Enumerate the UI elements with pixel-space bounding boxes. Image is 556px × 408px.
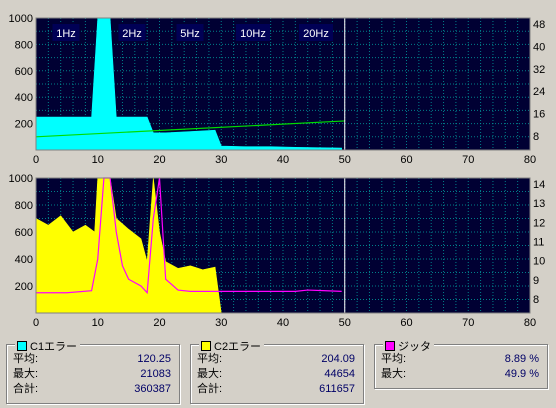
y-tick-label-right: 40 — [533, 41, 545, 53]
y-tick-label-right: 10 — [533, 256, 545, 268]
c2-total-label: 合計: — [197, 383, 223, 395]
c1-color-swatch — [17, 341, 27, 351]
c2-total-value: 611657 — [319, 383, 355, 395]
c2-avg-label: 平均: — [197, 353, 223, 365]
y-tick-label-left: 800 — [15, 200, 33, 212]
x-tick-label: 70 — [462, 154, 474, 166]
c2-color-swatch — [201, 341, 211, 351]
x-tick-label: 40 — [277, 317, 289, 329]
x-tick-label: 30 — [215, 317, 227, 329]
jitter-avg-value: 8.89 % — [504, 353, 539, 365]
c1-max-label: 最大: — [13, 368, 39, 380]
c2-max-value: 44654 — [324, 368, 355, 380]
x-tick-label: 20 — [153, 317, 165, 329]
jitter-avg-row: 平均: 8.89 % — [381, 352, 539, 366]
y-tick-label-right: 13 — [533, 198, 545, 210]
speed-label: 2Hz — [122, 28, 142, 40]
y-tick-label-left: 1000 — [9, 13, 33, 25]
jitter-max-value: 49.9 % — [504, 368, 539, 380]
x-tick-label: 50 — [339, 317, 351, 329]
charts-area: 1000800600400200484032241680 10 20 30 40 50 60… — [9, 13, 546, 329]
y-tick-label-right: 9 — [533, 275, 539, 287]
c1-avg-label: 平均: — [13, 353, 39, 365]
c1-error-panel: C1エラー 平均: 120.25 最大: 21083 合計: 360387 — [6, 338, 180, 404]
x-tick-label: 60 — [400, 154, 412, 166]
c2-max-label: 最大: — [197, 368, 223, 380]
jitter-max-label: 最大: — [381, 368, 407, 380]
c1-avg-row: 平均: 120.25 — [13, 352, 171, 366]
x-tick-label: 0 — [33, 154, 39, 166]
y-tick-label-right: 11 — [533, 237, 544, 249]
y-tick-label-right: 32 — [533, 64, 545, 76]
y-tick-label-left: 600 — [15, 66, 33, 78]
c1-total-value: 360387 — [134, 383, 171, 395]
x-tick-label: 30 — [215, 154, 227, 166]
c2-total-row: 合計: 611657 — [197, 382, 355, 396]
y-tick-label-left: 400 — [15, 254, 33, 266]
x-tick-label: 60 — [400, 317, 412, 329]
chart-panel-bottom: 10008006004002001413121110980 10 20 30 40 50 6… — [9, 173, 546, 329]
y-tick-label-left: 1000 — [9, 173, 33, 185]
c2-avg-row: 平均: 204.09 — [197, 352, 355, 366]
chart-panel-top: 1000800600400200484032241680 10 20 30 40 50 60… — [9, 13, 546, 166]
c2-error-panel: C2エラー 平均: 204.09 最大: 44654 合計: 611657 — [190, 338, 364, 404]
speed-label: 1Hz — [56, 28, 76, 40]
speed-label: 5Hz — [180, 28, 200, 40]
c1-total-label: 合計: — [13, 383, 39, 395]
x-tick-label: 50 — [339, 154, 351, 166]
jitter-color-swatch — [385, 341, 395, 351]
jitter-panel: ジッタ 平均: 8.89 % 最大: 49.9 % — [374, 338, 548, 389]
jitter-avg-label: 平均: — [381, 353, 407, 365]
y-tick-label-right: 14 — [533, 179, 545, 191]
y-tick-label-left: 800 — [15, 39, 33, 51]
x-tick-label: 70 — [462, 317, 474, 329]
y-tick-label-left: 200 — [15, 119, 33, 131]
y-tick-label-left: 400 — [15, 92, 33, 104]
c1-avg-value: 120.25 — [137, 353, 171, 365]
x-tick-label: 40 — [277, 154, 289, 166]
c1-max-row: 最大: 21083 — [13, 367, 171, 381]
y-tick-label-right: 12 — [533, 217, 545, 229]
x-tick-label: 10 — [92, 154, 104, 166]
y-tick-label-right: 48 — [533, 19, 545, 31]
speed-label: 10Hz — [240, 28, 266, 40]
c1-max-value: 21083 — [140, 368, 171, 380]
y-tick-label-left: 600 — [15, 227, 33, 239]
y-tick-label-right: 8 — [533, 294, 539, 306]
x-tick-label: 80 — [524, 154, 536, 166]
y-tick-label-right: 8 — [533, 131, 539, 143]
y-tick-label-right: 24 — [533, 86, 545, 98]
jitter-max-row: 最大: 49.9 % — [381, 367, 539, 381]
x-tick-label: 10 — [92, 317, 104, 329]
c2-max-row: 最大: 44654 — [197, 367, 355, 381]
c2-avg-value: 204.09 — [321, 353, 355, 365]
speed-label: 20Hz — [303, 28, 329, 40]
y-tick-label-left: 200 — [15, 281, 33, 293]
x-tick-label: 0 — [33, 317, 39, 329]
y-tick-label-right: 16 — [533, 109, 545, 121]
x-tick-label: 80 — [524, 317, 536, 329]
c1-total-row: 合計: 360387 — [13, 382, 171, 396]
x-tick-label: 20 — [153, 154, 165, 166]
